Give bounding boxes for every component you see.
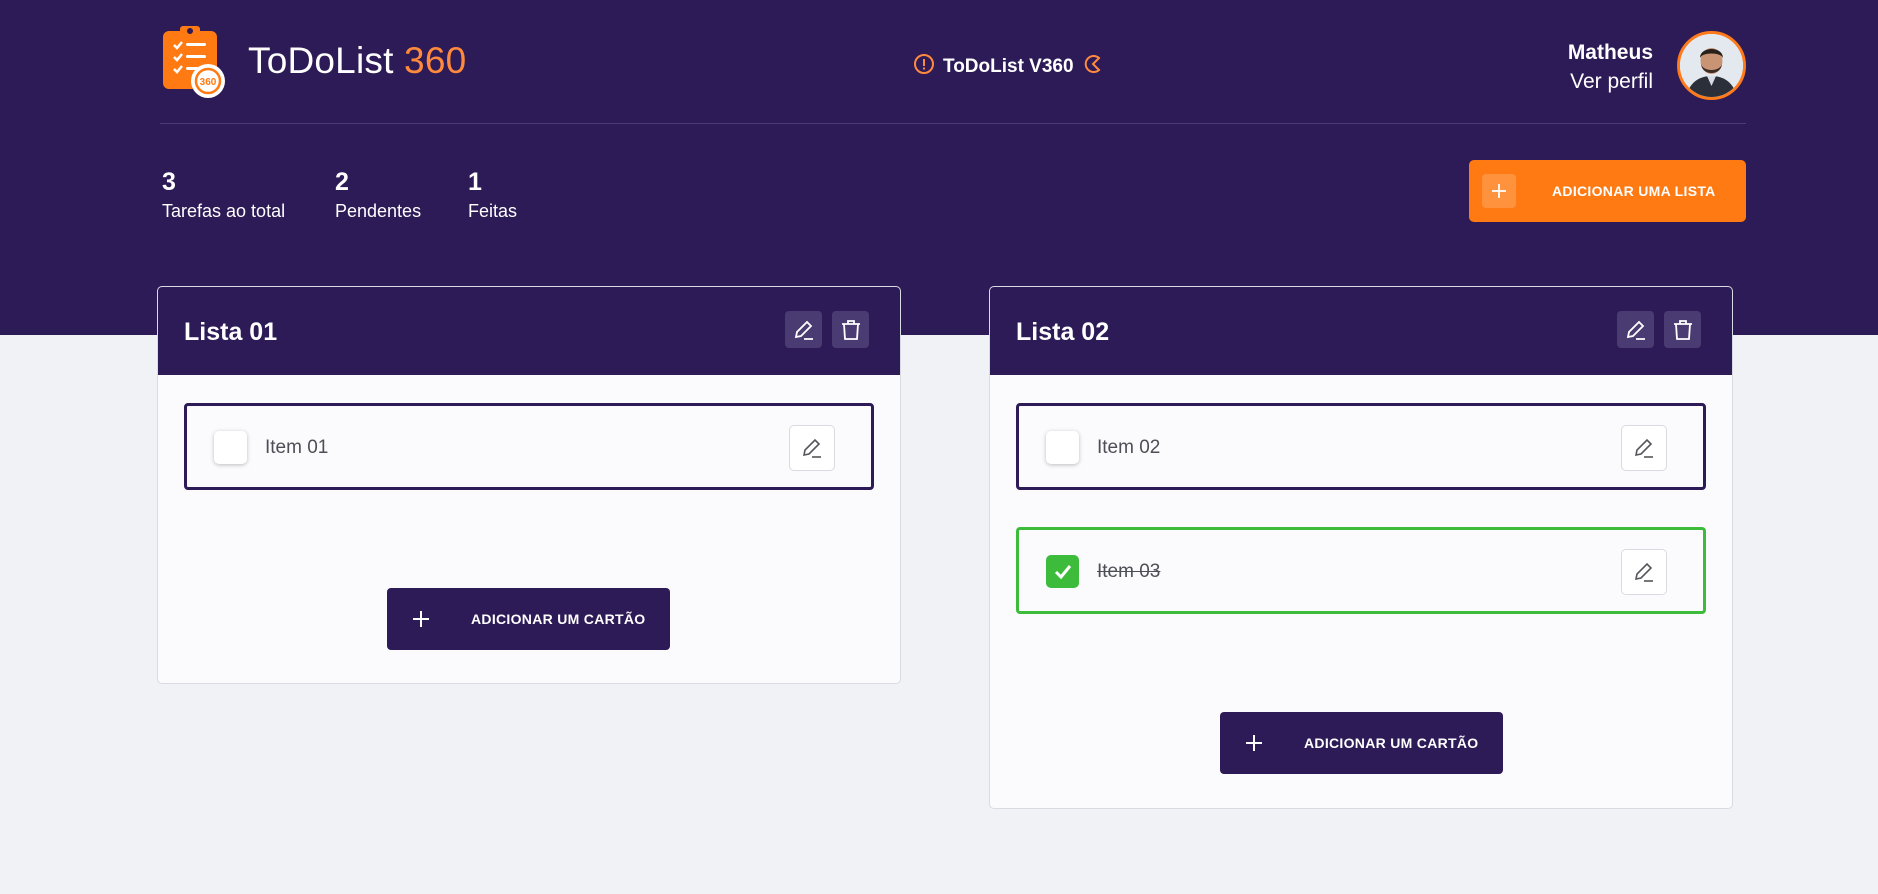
header-divider — [160, 123, 1746, 124]
stat-done: 1 Feitas — [468, 168, 517, 222]
clipboard-checklist-icon: 360 — [162, 26, 228, 98]
app-name: ToDoList — [248, 40, 394, 81]
add-card-button[interactable]: ADICIONAR UM CARTÃO — [1220, 712, 1503, 774]
stat-pending: 2 Pendentes — [335, 168, 421, 222]
stat-done-label: Feitas — [468, 201, 518, 221]
user-name: Matheus — [1567, 41, 1653, 64]
trash-icon — [841, 319, 860, 340]
list-header: Lista 01 — [158, 287, 900, 375]
edit-list-button[interactable] — [785, 311, 822, 348]
pencil-icon — [1634, 438, 1653, 458]
item-checkbox[interactable] — [214, 431, 247, 464]
edit-item-button[interactable] — [1621, 425, 1667, 471]
add-list-label: ADICIONAR UMA LISTA — [1552, 183, 1716, 199]
edit-item-button[interactable] — [1621, 549, 1667, 595]
pencil-icon — [1626, 320, 1645, 340]
pencil-icon — [802, 438, 821, 458]
pacman-icon — [1082, 53, 1104, 81]
list-item: Item 03 — [1016, 527, 1706, 614]
add-card-label: ADICIONAR UM CARTÃO — [471, 611, 646, 627]
stat-pending-value: 2 — [335, 168, 349, 196]
item-checkbox[interactable] — [1046, 431, 1079, 464]
app-title: ToDoList 360 — [248, 40, 466, 82]
pencil-icon — [794, 320, 813, 340]
version-info: ToDoList V360 — [913, 53, 1104, 81]
svg-text:360: 360 — [200, 77, 217, 88]
item-checkbox[interactable] — [1046, 555, 1079, 588]
edit-item-button[interactable] — [789, 425, 835, 471]
list-header: Lista 02 — [990, 287, 1732, 375]
item-text: Item 01 — [265, 437, 329, 458]
delete-list-button[interactable] — [1664, 311, 1701, 348]
stat-total-label: Tarefas ao total — [162, 201, 286, 221]
pencil-icon — [1634, 562, 1653, 582]
stat-total-value: 3 — [162, 168, 176, 196]
list-title: Lista 01 — [184, 318, 278, 346]
item-text: Item 02 — [1097, 437, 1161, 458]
version-label: ToDoList V360 — [943, 56, 1074, 77]
app-name-accent: 360 — [404, 40, 467, 81]
list-card-1: Lista 01 Item 01 ADICIONAR UM CARTÃO — [157, 286, 901, 684]
plus-icon — [1242, 731, 1266, 755]
avatar[interactable] — [1677, 31, 1746, 100]
stat-pending-label: Pendentes — [335, 201, 422, 221]
plus-icon — [409, 607, 433, 631]
add-card-button[interactable]: ADICIONAR UM CARTÃO — [387, 588, 670, 650]
list-card-2: Lista 02 Item 02 Item 03 ADICIONAR UM CA… — [989, 286, 1733, 809]
add-list-button[interactable]: ADICIONAR UMA LISTA — [1469, 160, 1746, 222]
stat-done-value: 1 — [468, 168, 482, 196]
trash-icon — [1673, 319, 1692, 340]
item-text: Item 03 — [1097, 561, 1161, 582]
checkmark-icon — [1054, 564, 1071, 579]
view-profile-link[interactable]: Ver perfil — [1570, 70, 1653, 94]
delete-list-button[interactable] — [832, 311, 869, 348]
add-card-label: ADICIONAR UM CARTÃO — [1304, 735, 1479, 751]
list-title: Lista 02 — [1016, 318, 1110, 346]
list-item: Item 02 — [1016, 403, 1706, 490]
stat-total: 3 Tarefas ao total — [162, 168, 285, 222]
edit-list-button[interactable] — [1617, 311, 1654, 348]
list-item: Item 01 — [184, 403, 874, 490]
plus-icon — [1482, 174, 1516, 208]
alert-circle-icon — [913, 53, 935, 81]
